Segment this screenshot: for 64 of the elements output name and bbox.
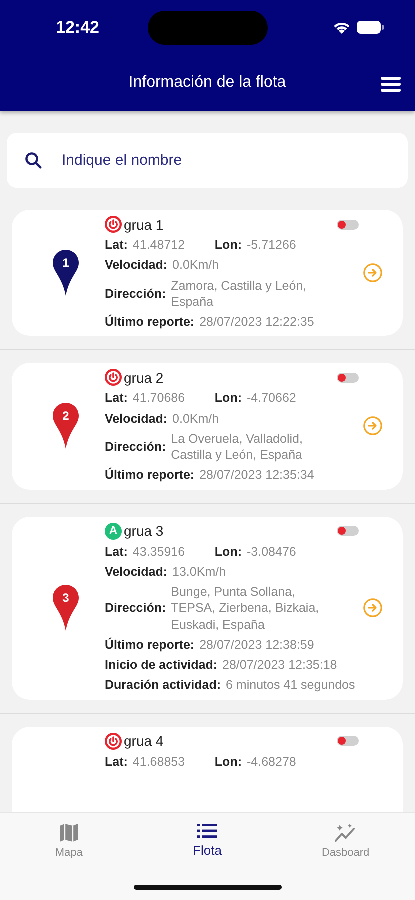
wifi-icon [333, 21, 351, 34]
field-label: Dirección: [105, 440, 166, 454]
field-value: 28/07/2023 12:22:35 [200, 314, 314, 330]
field-label: Último reporte: [105, 315, 195, 330]
field-label: Velocidad: [105, 258, 168, 272]
field-label: Lon: [214, 391, 242, 406]
list-icon [197, 823, 218, 839]
field-value: 28/07/2023 12:35:34 [200, 467, 314, 484]
field-label: Último reporte: [105, 638, 195, 652]
field-value: 0.0Km/h [172, 257, 220, 274]
field-value: 6 minutos 41 segundos [226, 677, 356, 694]
field-value: -3.08476 [247, 544, 296, 560]
field-value: 43.35916 [132, 544, 186, 560]
field-label: Duración actividad: [105, 678, 221, 692]
field-value: -5.71266 [247, 237, 296, 254]
vehicle-card[interactable] [12, 516, 403, 700]
field-label: Lon: [214, 754, 242, 768]
field-value: 28/07/2023 12:35:18 [222, 657, 338, 674]
field-label: Velocidad: [105, 564, 168, 579]
field-label: Velocidad: [105, 412, 168, 426]
page-title: Información de la flota [128, 74, 286, 92]
search-icon [25, 152, 42, 169]
map-icon [59, 823, 80, 843]
vehicle-name: grua 2 [124, 370, 164, 386]
vehicle-card[interactable]: grua 4 Lat: 41.68853 Lon: -4.68278 [12, 726, 403, 812]
vehicle-name: grua 4 [124, 733, 164, 749]
vehicle-name: grua 1 [124, 216, 164, 232]
field-label: Último reporte: [105, 468, 195, 482]
battery-icon [357, 21, 385, 34]
field-value: -4.70662 [247, 390, 296, 406]
toggle-switch[interactable] [337, 526, 359, 536]
pin-number: 1 [62, 256, 70, 270]
field-value: Zamora, Castilla y León, España [171, 278, 308, 310]
field-value: La Overuela, Valladolid, Castilla y León, España [171, 430, 304, 464]
field-label: Dirección: [105, 286, 166, 301]
field-label: Lat: [105, 391, 128, 406]
pin-number: 3 [62, 591, 70, 605]
toggle-switch[interactable] [337, 372, 359, 383]
field-value: 28/07/2023 12:38:59 [200, 636, 314, 653]
field-label: Lon: [214, 238, 242, 252]
field-label: Lon: [214, 544, 242, 558]
field-value: 41.68853 [132, 754, 186, 770]
status-time: 12:42 [56, 18, 100, 38]
search-field[interactable]: Indique el nombre [60, 151, 390, 170]
field-label: Lat: [105, 238, 128, 252]
toggle-switch[interactable] [337, 736, 359, 746]
field-label: Dirección: [105, 601, 166, 616]
field-value: 0.0Km/h [172, 410, 220, 427]
field-value: 13.0Km/h [172, 564, 226, 580]
chart-icon [334, 823, 357, 843]
field-label: Lat: [105, 754, 128, 768]
toggle-switch[interactable] [337, 220, 359, 230]
field-value: 41.48712 [132, 237, 186, 254]
status-badge: A [105, 522, 122, 540]
menu-icon[interactable] [381, 76, 401, 92]
search-bar[interactable]: Indique el nombre [7, 133, 408, 188]
tab-item[interactable]: Flota [138, 813, 277, 868]
field-value: Bunge, Punta Sollana, TEPSA, Zierbena, Bizkaia, Euskadi, España [171, 584, 320, 633]
field-label: Lat: [105, 544, 128, 558]
vehicle-name: grua 3 [124, 523, 164, 539]
field-value: -4.68278 [247, 754, 296, 770]
pin-number: 2 [62, 409, 70, 424]
field-label: Inicio de actividad: [105, 658, 218, 672]
field-value: 41.70686 [132, 390, 186, 406]
